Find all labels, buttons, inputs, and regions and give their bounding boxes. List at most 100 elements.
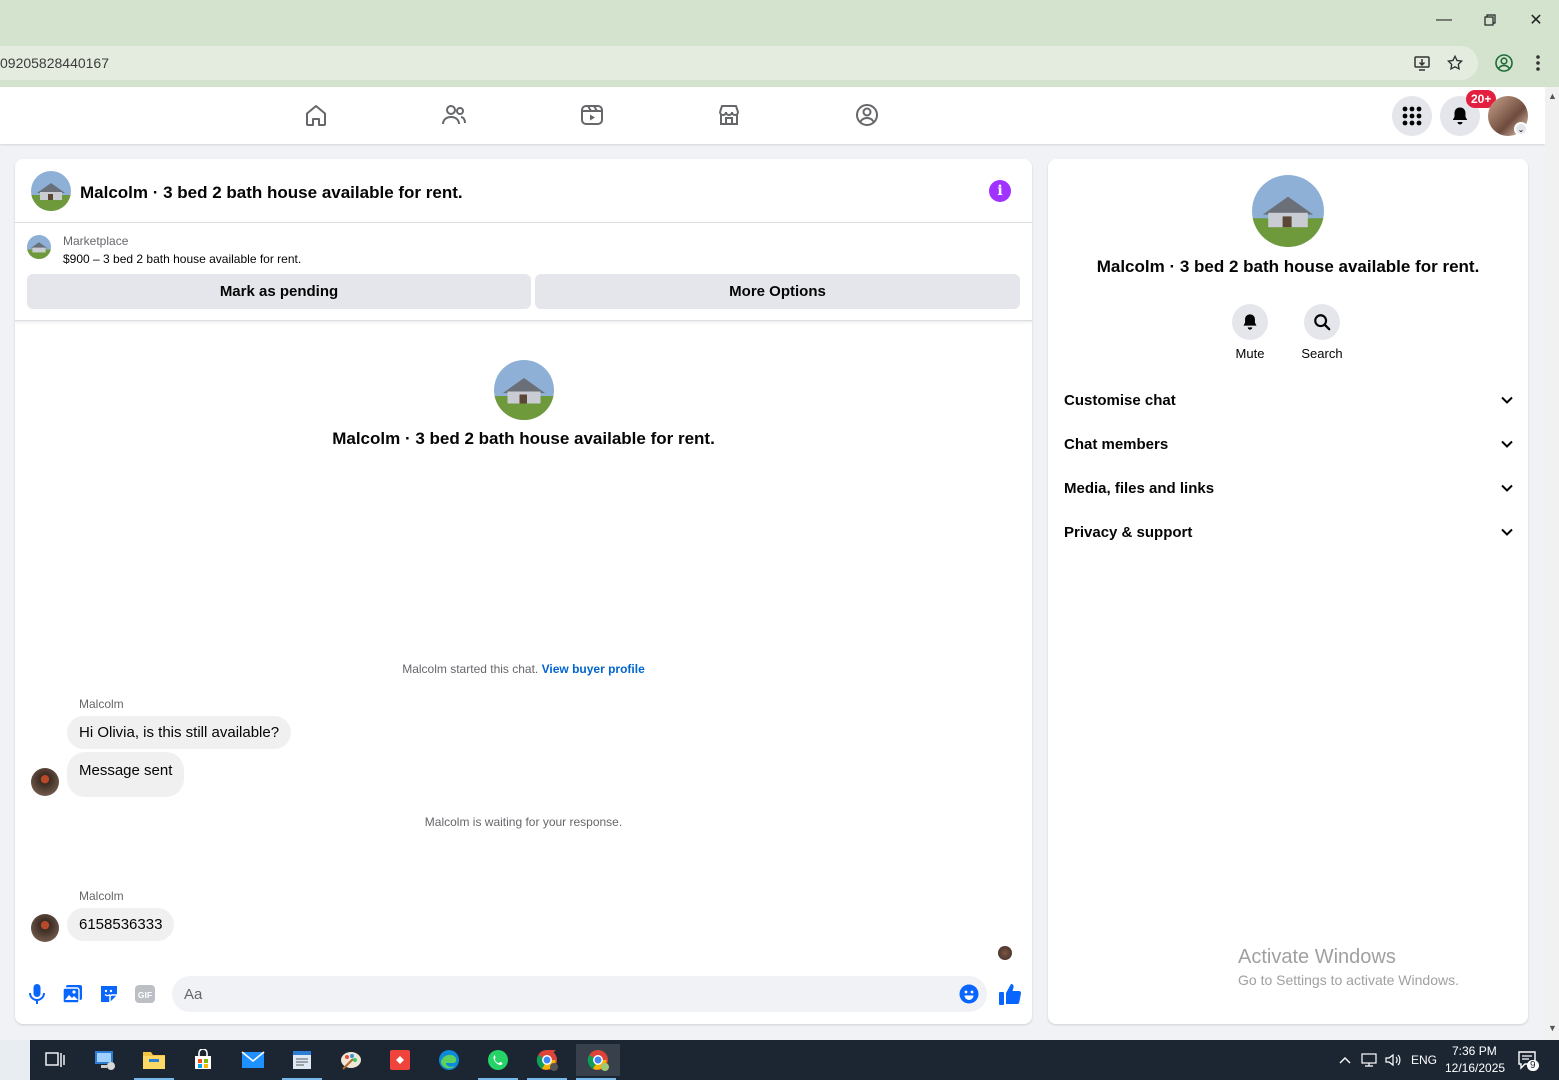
conversation-avatar (494, 360, 554, 420)
chat-info-panel: Malcolm · 3 bed 2 bath house available f… (1048, 159, 1528, 1024)
chat-panel: Malcolm · 3 bed 2 bath house available f… (15, 159, 1032, 1024)
activate-windows-subtitle: Go to Settings to activate Windows. (1238, 972, 1459, 988)
video-icon[interactable] (578, 101, 606, 129)
section-chat-members[interactable]: Chat members (1064, 426, 1514, 462)
remote-desktop-icon[interactable] (85, 1044, 125, 1076)
section-label: Customise chat (1064, 391, 1176, 409)
photo-icon[interactable] (61, 982, 85, 1006)
conversation-title: Malcolm · 3 bed 2 bath house available f… (332, 429, 715, 448)
facebook-top-nav: 20+ ⌄ (0, 87, 1545, 144)
clock-date[interactable]: 12/16/2025 (1445, 1061, 1505, 1075)
bookmark-star-icon[interactable] (1445, 53, 1465, 73)
chevron-down-icon (1501, 528, 1513, 536)
gif-icon[interactable]: GIF (133, 982, 157, 1006)
info-title: Malcolm · 3 bed 2 bath house available f… (1096, 257, 1480, 276)
mute-button[interactable]: Mute (1215, 304, 1285, 361)
view-buyer-profile-link[interactable]: View buyer profile (542, 662, 645, 676)
search-label: Search (1301, 346, 1343, 361)
search-circle (1304, 304, 1340, 340)
sticker-icon[interactable] (97, 982, 121, 1006)
chevron-up-icon[interactable] (1335, 1044, 1355, 1076)
section-label: Media, files and links (1064, 479, 1215, 497)
file-explorer-icon[interactable] (134, 1044, 174, 1080)
section-privacy-support[interactable]: Privacy & support (1064, 514, 1514, 550)
clock-time[interactable]: 7:36 PM (1452, 1044, 1497, 1058)
chat-started-text: Malcolm started this chat. (402, 662, 539, 676)
section-customise-chat[interactable]: Customise chat (1064, 382, 1514, 418)
section-label: Chat members (1064, 435, 1169, 453)
restore-button[interactable] (1475, 8, 1505, 32)
message-sender: Malcolm (79, 889, 124, 903)
volume-icon[interactable] (1383, 1044, 1403, 1076)
waiting-notice: Malcolm is waiting for your response. (424, 815, 623, 829)
search-button[interactable]: Search (1287, 304, 1357, 361)
marketplace-icon[interactable] (715, 101, 743, 129)
omnibox[interactable]: 09205828440167 (0, 46, 1478, 80)
friends-icon[interactable] (440, 101, 468, 129)
sender-avatar[interactable] (31, 914, 59, 942)
message-bubble[interactable]: 6158536333 (67, 908, 175, 941)
url-text[interactable]: 09205828440167 (0, 55, 109, 71)
browser-titlebar: — ✕ (0, 0, 1559, 40)
paint-icon[interactable] (331, 1044, 371, 1076)
mute-label: Mute (1235, 346, 1265, 361)
search-icon (1314, 314, 1331, 331)
emoji-icon[interactable] (959, 984, 979, 1004)
message-bubble[interactable]: Message sent (67, 752, 185, 797)
install-app-icon[interactable] (1412, 53, 1432, 73)
store-icon[interactable] (183, 1044, 223, 1076)
chevron-down-icon (1501, 396, 1513, 404)
svg-text:GIF: GIF (138, 990, 152, 1000)
message-bubble[interactable]: Hi Olivia, is this still available? (67, 716, 292, 749)
notepad-app-icon[interactable] (282, 1044, 322, 1080)
section-media-files-links[interactable]: Media, files and links (1064, 470, 1514, 506)
mark-as-pending-button[interactable]: Mark as pending (27, 274, 531, 309)
chevron-down-icon (1501, 484, 1513, 492)
start-button[interactable] (0, 1040, 30, 1080)
info-icon[interactable]: i (989, 180, 1011, 202)
chrome-icon[interactable] (576, 1044, 620, 1080)
listing-bar: Marketplace $900 – 3 bed 2 bath house av… (15, 223, 1032, 321)
chevron-down-icon[interactable]: ⌄ (1514, 122, 1528, 136)
chrome-profile-icon[interactable] (527, 1044, 567, 1080)
chat-title: Malcolm · 3 bed 2 bath house available f… (80, 183, 463, 202)
gaming-icon[interactable] (853, 101, 881, 129)
more-options-button[interactable]: More Options (535, 274, 1020, 309)
home-icon[interactable] (302, 101, 330, 129)
grid-icon (1402, 106, 1422, 126)
network-icon[interactable] (1360, 1044, 1380, 1076)
whatsapp-icon[interactable] (478, 1044, 518, 1080)
anydesk-icon[interactable] (380, 1044, 420, 1076)
microphone-icon[interactable] (25, 982, 49, 1006)
task-view-icon[interactable] (35, 1044, 75, 1076)
thumbs-up-icon[interactable] (997, 981, 1023, 1007)
page-scrollbar[interactable]: ▲ ▼ (1545, 87, 1559, 1040)
message-input[interactable] (172, 976, 987, 1012)
browser-address-bar: 09205828440167 (0, 40, 1559, 87)
language-indicator[interactable]: ENG (1411, 1053, 1437, 1067)
windows-taskbar: ENG 7:36 PM 12/16/2025 9 (0, 1040, 1559, 1080)
listing-avatar[interactable] (31, 171, 71, 211)
message-sender: Malcolm (79, 697, 124, 711)
listing-price[interactable]: $900 – 3 bed 2 bath house available for … (63, 252, 301, 266)
marketplace-label: Marketplace (63, 234, 129, 248)
edge-icon[interactable] (429, 1044, 469, 1076)
section-label: Privacy & support (1064, 523, 1193, 541)
read-receipt-avatar (998, 946, 1012, 960)
chevron-down-icon (1501, 440, 1513, 448)
chat-started-notice: Malcolm started this chat. View buyer pr… (15, 662, 1032, 676)
chat-header: Malcolm · 3 bed 2 bath house available f… (15, 159, 1032, 223)
browser-menu-icon[interactable] (1528, 53, 1548, 73)
bell-icon (1452, 107, 1468, 125)
menu-grid-button[interactable] (1392, 96, 1432, 136)
bell-icon (1243, 314, 1257, 330)
sender-avatar[interactable] (31, 768, 59, 796)
restore-icon (1484, 14, 1496, 26)
info-avatar (1252, 175, 1324, 247)
mail-icon[interactable] (233, 1044, 273, 1076)
listing-thumbnail[interactable] (27, 235, 51, 259)
close-window-button[interactable]: ✕ (1521, 8, 1551, 32)
action-center-icon[interactable] (1510, 1044, 1546, 1076)
profile-icon[interactable] (1494, 53, 1514, 73)
minimize-button[interactable]: — (1429, 8, 1459, 32)
